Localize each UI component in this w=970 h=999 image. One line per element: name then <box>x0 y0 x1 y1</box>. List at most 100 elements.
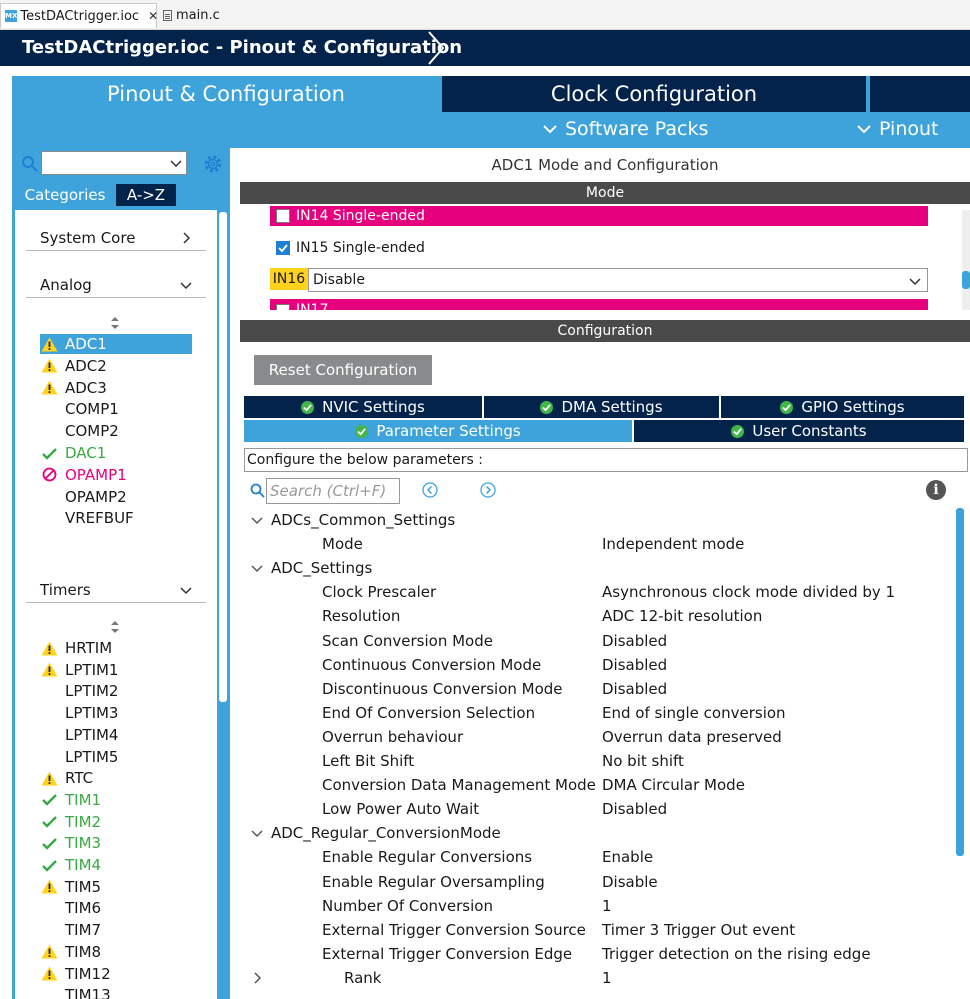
in17-checkbox[interactable] <box>276 304 290 310</box>
tree-item-dac1[interactable]: DAC1 <box>40 443 106 463</box>
tab-dma-settings[interactable]: DMA Settings <box>484 396 719 418</box>
param-row[interactable]: Enable Regular Conversions Enable <box>240 845 955 869</box>
search-next-icon[interactable] <box>480 482 496 498</box>
param-row[interactable]: Number Of Conversion 1 <box>240 894 955 918</box>
param-value[interactable]: Timer 3 Trigger Out event <box>602 921 795 939</box>
mode-scrollbar[interactable] <box>962 210 970 310</box>
sort-icon[interactable] <box>110 620 120 634</box>
chevron-down-icon[interactable] <box>251 514 263 526</box>
param-value[interactable]: 1 <box>602 897 612 915</box>
mode-in14[interactable]: IN14 Single-ended <box>270 206 928 226</box>
param-row[interactable]: Clock Prescaler Asynchronous clock mode d… <box>240 580 955 604</box>
tree-item-opamp2[interactable]: OPAMP2 <box>40 487 127 507</box>
editor-tab-ioc[interactable]: MX TestDACtrigger.ioc ✕ <box>0 3 158 28</box>
tab-clock-configuration[interactable]: Clock Configuration <box>442 76 866 112</box>
editor-tab-main-c[interactable]: main.c <box>158 3 228 28</box>
param-value[interactable]: Enable <box>602 848 653 866</box>
parameter-scrollbar-thumb[interactable] <box>956 508 964 856</box>
tree-item-lptim2[interactable]: LPTIM2 <box>40 681 118 701</box>
in16-select[interactable]: Disable <box>308 268 928 292</box>
param-value[interactable]: End of single conversion <box>602 704 786 722</box>
tree-item-tim13[interactable]: TIM13 <box>40 985 111 999</box>
param-value[interactable]: 1 <box>602 969 612 987</box>
info-icon[interactable]: i <box>926 480 946 500</box>
chevron-right-icon[interactable] <box>251 972 263 984</box>
param-row[interactable]: Discontinuous Conversion Mode Disabled <box>240 677 955 701</box>
param-row[interactable]: Overrun behaviour Overrun data preserved <box>240 725 955 749</box>
param-row[interactable]: End Of Conversion Selection End of single… <box>240 701 955 725</box>
tree-item-adc2[interactable]: ADC2 <box>40 356 107 376</box>
sort-icon[interactable] <box>110 316 120 330</box>
chevron-down-icon[interactable] <box>251 562 263 574</box>
tree-item-tim4[interactable]: TIM4 <box>40 855 101 875</box>
pinout-menu[interactable]: Pinout <box>857 118 938 140</box>
mode-in17[interactable]: IN17 <box>270 299 928 310</box>
tree-item-tim3[interactable]: TIM3 <box>40 833 101 853</box>
param-row[interactable]: Left Bit Shift No bit shift <box>240 749 955 773</box>
param-value[interactable]: Disabled <box>602 800 667 818</box>
group-system-core[interactable]: System Core <box>26 225 206 251</box>
param-value[interactable]: Disabled <box>602 680 667 698</box>
reset-configuration-button[interactable]: Reset Configuration <box>254 355 432 385</box>
param-value[interactable]: Asynchronous clock mode divided by 1 <box>602 583 895 601</box>
param-row[interactable]: Enable Regular Oversampling Disable <box>240 870 955 894</box>
mode-in15[interactable]: IN15 Single-ended <box>270 238 928 258</box>
tab-nvic-settings[interactable]: NVIC Settings <box>244 396 482 418</box>
param-row[interactable]: Scan Conversion Mode Disabled <box>240 629 955 653</box>
group-analog[interactable]: Analog <box>26 272 206 298</box>
param-value[interactable]: Overrun data preserved <box>602 728 782 746</box>
mode-scrollbar-thumb[interactable] <box>962 271 970 289</box>
param-row[interactable]: Continuous Conversion Mode Disabled <box>240 653 955 677</box>
tree-item-comp2[interactable]: COMP2 <box>40 421 119 441</box>
tree-item-vrefbuf[interactable]: VREFBUF <box>40 508 134 528</box>
param-value[interactable]: Independent mode <box>602 535 744 553</box>
param-value[interactable]: No bit shift <box>602 752 684 770</box>
close-icon[interactable]: ✕ <box>148 9 158 23</box>
in15-checkbox[interactable] <box>276 241 290 255</box>
param-group[interactable]: ADC_Settings <box>240 556 955 580</box>
tab-a-z[interactable]: A->Z <box>116 184 176 206</box>
tree-item-lptim4[interactable]: LPTIM4 <box>40 725 118 745</box>
tab-user-constants[interactable]: User Constants <box>634 420 964 442</box>
in14-checkbox[interactable] <box>276 209 290 223</box>
tree-item-tim1[interactable]: TIM1 <box>40 790 101 810</box>
param-row[interactable]: External Trigger Conversion Edge Trigger … <box>240 942 955 966</box>
search-previous-icon[interactable] <box>422 482 438 498</box>
param-row[interactable]: Resolution ADC 12-bit resolution <box>240 604 955 628</box>
tree-item-lptim1[interactable]: LPTIM1 <box>40 660 118 680</box>
tree-item-tim7[interactable]: TIM7 <box>40 920 101 940</box>
tab-extra[interactable] <box>870 76 970 112</box>
software-packs-menu[interactable]: Software Packs <box>543 118 708 140</box>
param-group[interactable]: ADC_Regular_ConversionMode <box>240 821 955 845</box>
tab-categories[interactable]: Categories <box>15 184 115 206</box>
tree-item-lptim5[interactable]: LPTIM5 <box>40 747 118 767</box>
tree-item-tim6[interactable]: TIM6 <box>40 898 101 918</box>
param-value[interactable]: Trigger detection on the rising edge <box>602 945 871 963</box>
tab-gpio-settings[interactable]: GPIO Settings <box>721 396 964 418</box>
param-value[interactable]: Disable <box>602 873 658 891</box>
gear-icon[interactable] <box>202 153 224 175</box>
tree-scrollbar-thumb[interactable] <box>219 212 227 702</box>
param-group[interactable]: ADCs_Common_Settings <box>240 508 955 532</box>
tree-item-adc3[interactable]: ADC3 <box>40 378 107 398</box>
parameter-search-input[interactable]: Search (Ctrl+F) <box>266 478 400 504</box>
tree-item-tim8[interactable]: TIM8 <box>40 942 101 962</box>
param-value[interactable]: Disabled <box>602 656 667 674</box>
tree-item-lptim3[interactable]: LPTIM3 <box>40 703 118 723</box>
param-row[interactable]: Mode Independent mode <box>240 532 955 556</box>
group-timers[interactable]: Timers <box>26 577 206 603</box>
tree-item-adc1[interactable]: ADC1 <box>40 334 192 354</box>
tree-item-rtc[interactable]: RTC <box>40 768 93 788</box>
tree-item-comp1[interactable]: COMP1 <box>40 399 119 419</box>
tree-item-opamp1[interactable]: OPAMP1 <box>40 465 127 485</box>
param-row[interactable]: Low Power Auto Wait Disabled <box>240 797 955 821</box>
search-combo[interactable] <box>41 151 187 175</box>
param-value[interactable]: Disabled <box>602 632 667 650</box>
chevron-down-icon[interactable] <box>251 827 263 839</box>
param-row[interactable]: Conversion Data Management Mode DMA Circu… <box>240 773 955 797</box>
tab-pinout-configuration[interactable]: Pinout & Configuration <box>12 76 440 112</box>
param-row[interactable]: External Trigger Conversion Source Timer … <box>240 918 955 942</box>
param-value[interactable]: DMA Circular Mode <box>602 776 745 794</box>
tree-item-tim2[interactable]: TIM2 <box>40 812 101 832</box>
param-value[interactable]: ADC 12-bit resolution <box>602 607 762 625</box>
